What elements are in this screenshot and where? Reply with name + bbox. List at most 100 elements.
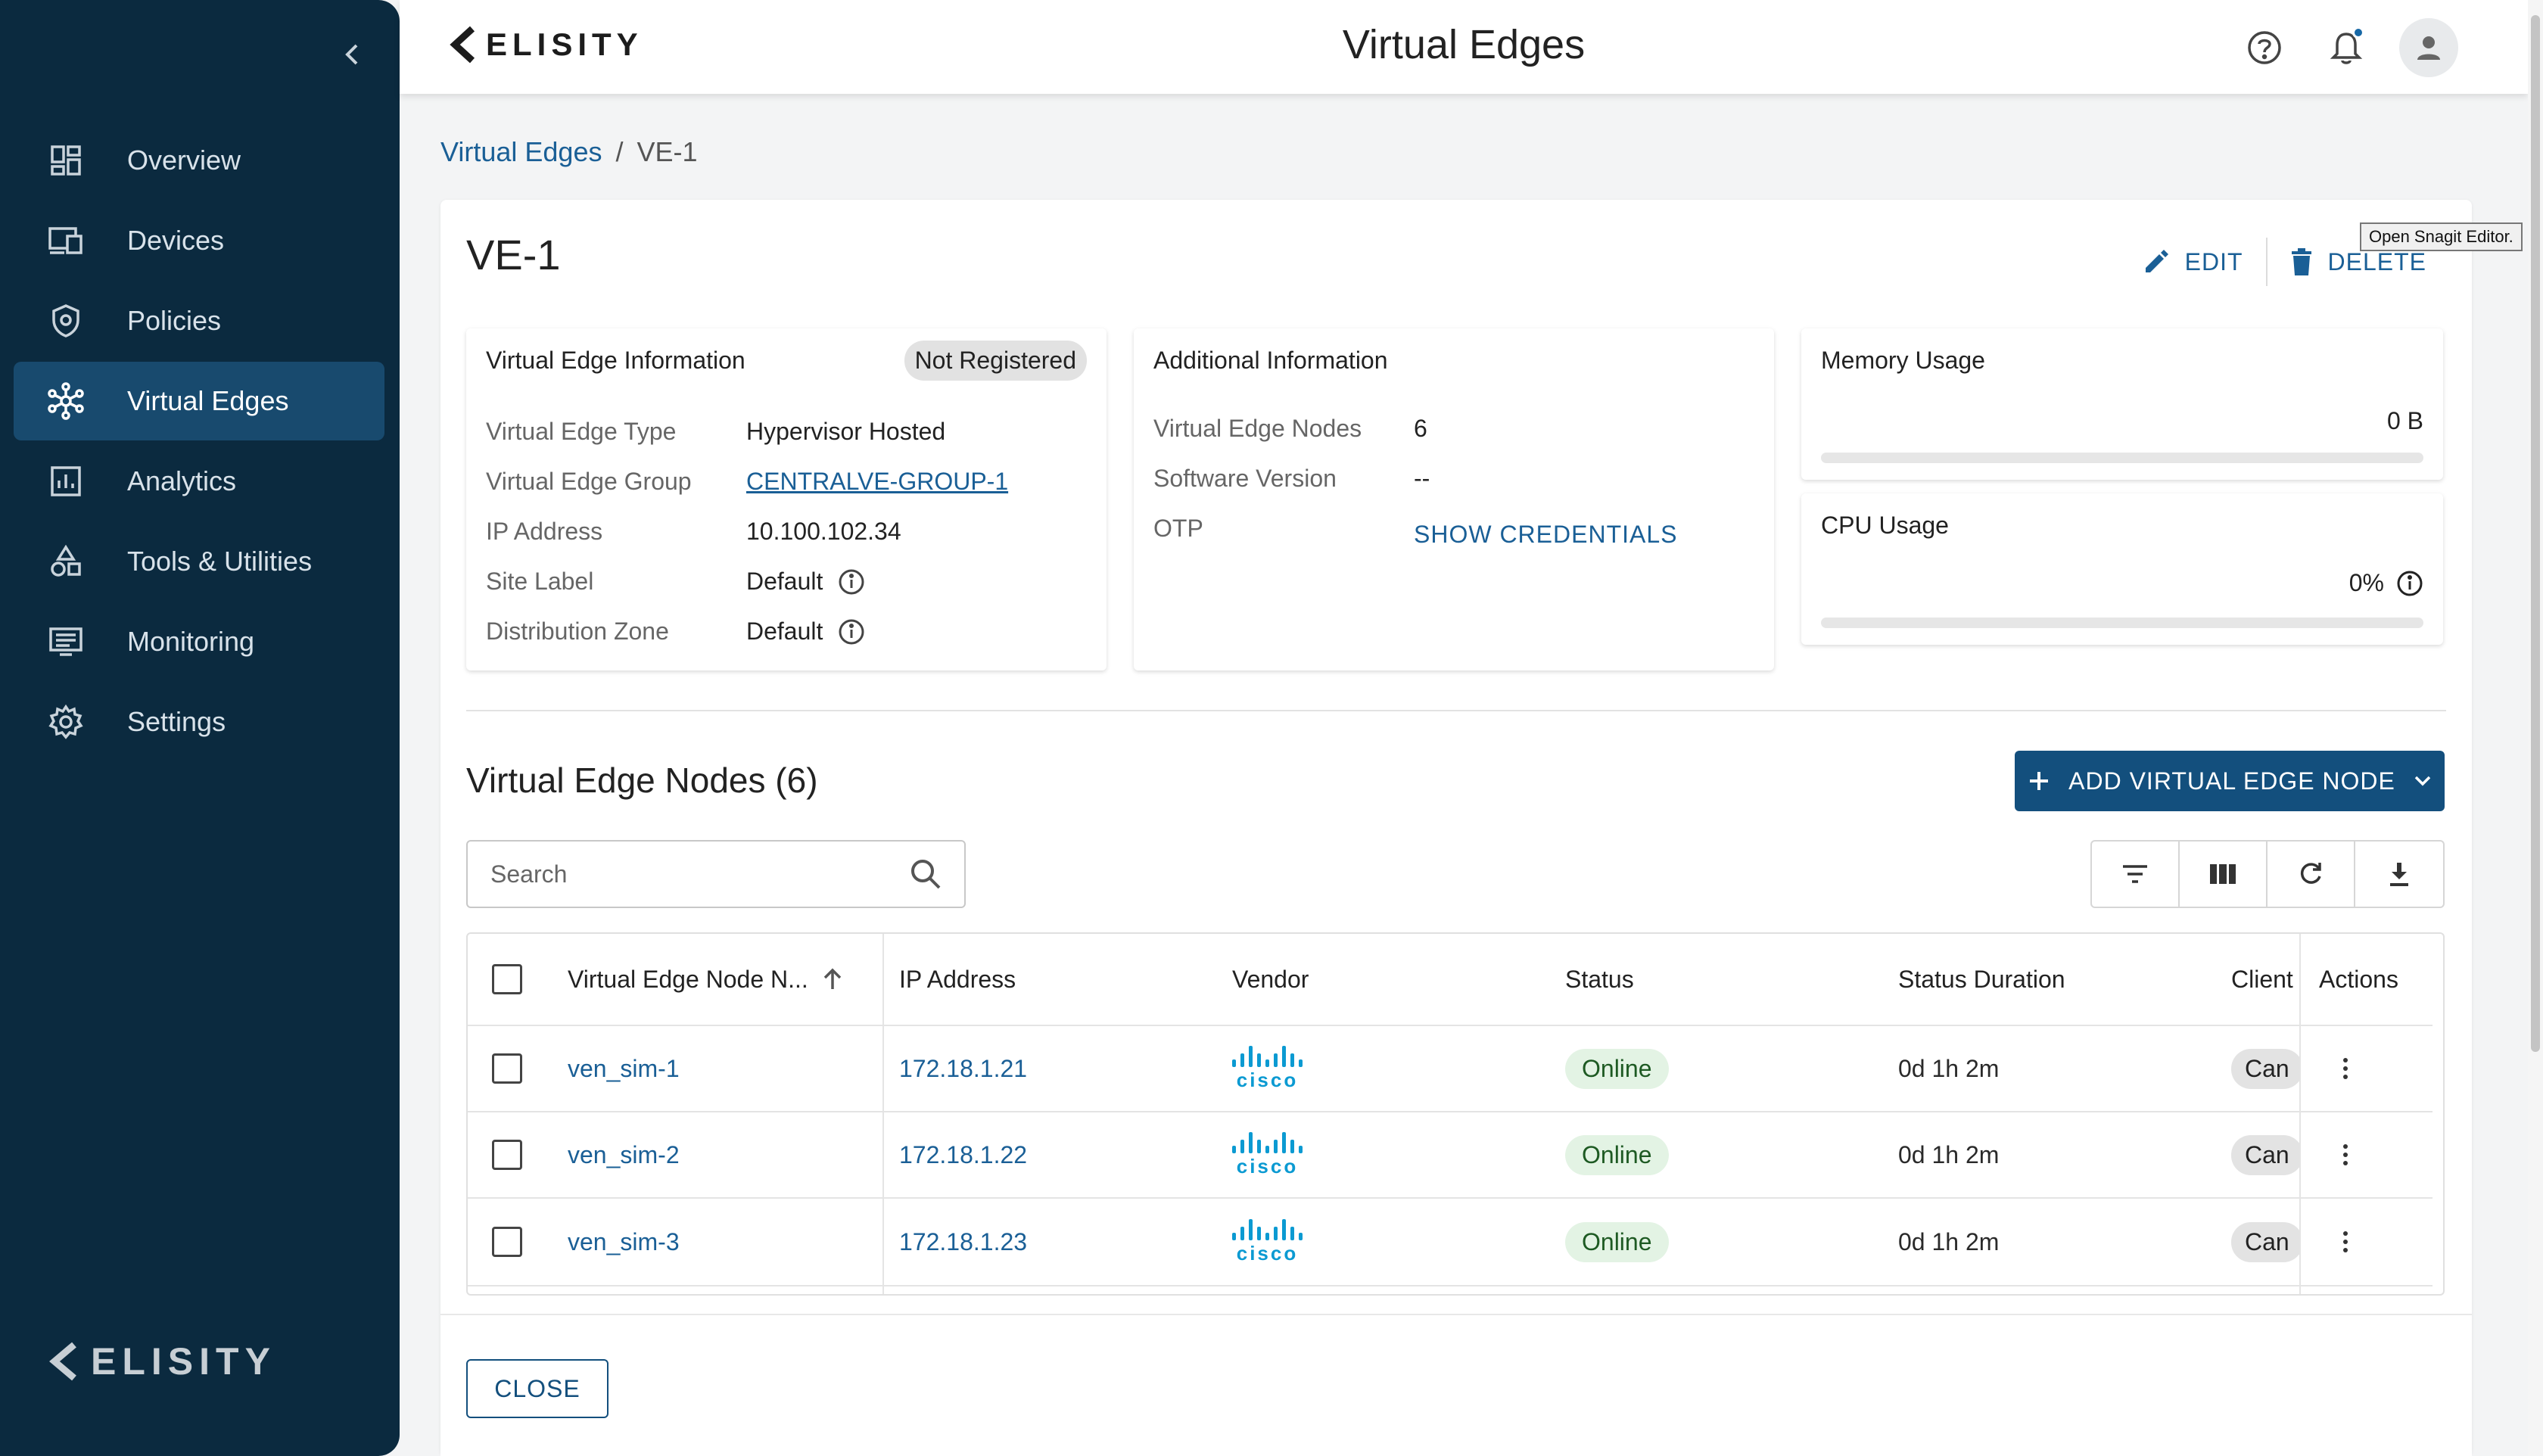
table-row[interactable]: ven_sim-1 172.18.1.21 cisco Online 0d 1h… — [468, 1026, 2433, 1112]
node-name-link[interactable]: ven_sim-1 — [568, 1026, 680, 1111]
page-scrollbar[interactable] — [2528, 0, 2543, 1456]
info-icon[interactable] — [838, 618, 865, 646]
kv-ve-type: Virtual Edge Type Hypervisor Hosted — [486, 418, 946, 445]
panel-title: Additional Information — [1153, 347, 1388, 374]
sidebar-item-overview[interactable]: Overview — [14, 121, 384, 200]
column-header-vendor[interactable]: Vendor — [1232, 934, 1309, 1025]
sidebar-item-tools-utilities[interactable]: Tools & Utilities — [14, 522, 384, 601]
node-ip-link[interactable]: 172.18.1.23 — [899, 1199, 1027, 1285]
section-divider — [466, 710, 2446, 711]
table-row[interactable]: ven_sim-3 172.18.1.23 cisco Online 0d 1h… — [468, 1199, 2433, 1286]
more-vertical-icon[interactable] — [2342, 1056, 2349, 1081]
download-button[interactable] — [2355, 842, 2443, 907]
status-duration: 0d 1h 2m — [1898, 1140, 2000, 1168]
sidebar-nav: Overview Devices Policies Virtual Edges … — [14, 121, 384, 763]
delete-button[interactable]: DELETE — [2290, 248, 2426, 276]
download-icon — [2390, 863, 2408, 886]
sidebar-item-policies[interactable]: Policies — [14, 282, 384, 360]
more-vertical-icon[interactable] — [2342, 1230, 2349, 1254]
cpu-usage-panel: CPU Usage 0% — [1801, 493, 2443, 645]
sidebar-item-label: Monitoring — [127, 626, 255, 657]
sidebar-item-virtual-edges[interactable]: Virtual Edges — [14, 362, 384, 440]
node-ip-link[interactable]: 172.18.1.21 — [899, 1026, 1027, 1111]
dashboard-icon — [47, 142, 85, 179]
status-badge: Not Registered — [904, 341, 1087, 381]
nodes-table: Virtual Edge Node N... IP Address Vendor… — [466, 932, 2445, 1296]
shield-icon — [47, 302, 85, 340]
status-badge: Online — [1565, 1134, 1669, 1175]
sidebar-item-monitoring[interactable]: Monitoring — [14, 602, 384, 681]
info-icon[interactable] — [2396, 570, 2423, 597]
row-checkbox[interactable] — [492, 1140, 522, 1170]
edit-button[interactable]: EDIT — [2143, 248, 2243, 276]
table-header-row: Virtual Edge Node N... IP Address Vendor… — [468, 934, 2433, 1026]
elisity-logo-icon — [49, 1342, 76, 1381]
column-header-duration[interactable]: Status Duration — [1898, 934, 2065, 1025]
help-button[interactable] — [2236, 19, 2293, 76]
chevron-down-icon — [2414, 776, 2431, 786]
sidebar: Overview Devices Policies Virtual Edges … — [0, 0, 400, 1456]
memory-usage-panel: Memory Usage 0 B — [1801, 328, 2443, 480]
nodes-section-title: Virtual Edge Nodes (6) — [466, 761, 818, 800]
sidebar-item-label: Policies — [127, 305, 222, 336]
cisco-logo: cisco — [1232, 1131, 1303, 1178]
user-avatar[interactable] — [2399, 18, 2458, 77]
add-virtual-edge-node-button[interactable]: ADD VIRTUAL EDGE NODE — [2015, 751, 2445, 811]
search-placeholder: Search — [490, 860, 568, 888]
panel-title: Memory Usage — [1821, 347, 1985, 374]
column-header-name[interactable]: Virtual Edge Node N... — [568, 934, 843, 1025]
analytics-icon — [47, 462, 85, 500]
scrollbar-thumb[interactable] — [2531, 15, 2540, 1052]
kv-ve-nodes: Virtual Edge Nodes 6 — [1153, 415, 1427, 442]
columns-button[interactable] — [2180, 842, 2268, 907]
refresh-button[interactable] — [2268, 842, 2355, 907]
more-vertical-icon[interactable] — [2342, 1143, 2349, 1167]
table-toolbar — [2090, 840, 2445, 908]
client-badge: Can — [2231, 1134, 2299, 1175]
table-row[interactable]: ven_sim-2 172.18.1.22 cisco Online 0d 1h… — [468, 1112, 2433, 1199]
cisco-logo: cisco — [1232, 1045, 1303, 1092]
kv-ve-group: Virtual Edge Group CENTRALVE-GROUP-1 — [486, 468, 1009, 496]
breadcrumb-link-virtual-edges[interactable]: Virtual Edges — [440, 136, 602, 168]
monitor-icon — [47, 623, 85, 661]
page-title: Virtual Edges — [1342, 22, 1586, 67]
status-duration: 0d 1h 2m — [1898, 1227, 2000, 1255]
info-icon[interactable] — [838, 568, 865, 596]
sidebar-item-label: Virtual Edges — [127, 385, 289, 416]
column-header-client[interactable]: Client — [2231, 934, 2299, 1025]
row-checkbox[interactable] — [492, 1053, 522, 1084]
gear-icon — [47, 703, 85, 741]
node-name-link[interactable]: ven_sim-3 — [568, 1199, 680, 1285]
notifications-button[interactable] — [2317, 19, 2375, 76]
show-credentials-button[interactable]: SHOW CREDENTIALS — [1414, 521, 1677, 549]
sidebar-item-devices[interactable]: Devices — [14, 201, 384, 280]
status-badge: Online — [1565, 1221, 1669, 1262]
ve-group-link[interactable]: CENTRALVE-GROUP-1 — [746, 468, 1008, 496]
filter-icon — [2123, 865, 2147, 883]
additional-info-panel: Additional Information Virtual Edge Node… — [1134, 328, 1774, 670]
collapse-sidebar-button[interactable] — [331, 35, 371, 74]
filter-button[interactable] — [2092, 842, 2180, 907]
pencil-icon — [2145, 250, 2168, 272]
node-ip-link[interactable]: 172.18.1.22 — [899, 1112, 1027, 1197]
columns-icon — [2210, 864, 2236, 884]
help-icon — [2248, 31, 2281, 64]
column-header-ip[interactable]: IP Address — [899, 934, 1016, 1025]
column-header-status[interactable]: Status — [1565, 934, 1634, 1025]
search-input[interactable]: Search — [466, 840, 966, 908]
virtual-edge-detail-card: VE-1 EDIT DELETE Virtual Edge Informatio… — [440, 200, 2472, 1456]
row-checkbox[interactable] — [492, 1227, 522, 1257]
client-badge: Can — [2231, 1221, 2299, 1262]
close-button[interactable]: CLOSE — [466, 1359, 609, 1418]
search-icon — [911, 860, 941, 889]
status-badge: Online — [1565, 1048, 1669, 1089]
card-title: VE-1 — [466, 231, 561, 278]
node-name-link[interactable]: ven_sim-2 — [568, 1112, 680, 1197]
sidebar-item-settings[interactable]: Settings — [14, 683, 384, 761]
card-footer: CLOSE — [440, 1314, 2472, 1456]
sidebar-item-analytics[interactable]: Analytics — [14, 442, 384, 521]
kv-software-version: Software Version -- — [1153, 465, 1430, 492]
sort-arrow-up-icon[interactable] — [822, 968, 843, 991]
select-all-checkbox[interactable] — [492, 964, 522, 994]
cpu-value: 0% — [2349, 569, 2423, 597]
